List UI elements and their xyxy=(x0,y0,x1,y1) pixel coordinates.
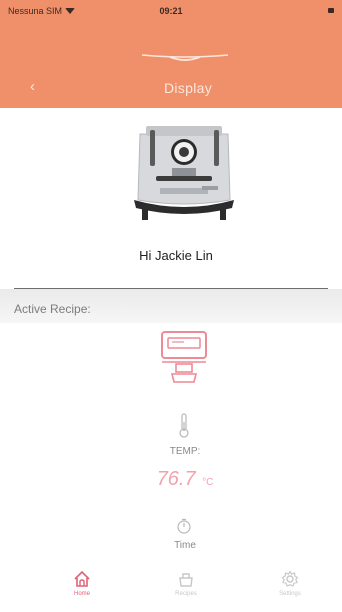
wifi-icon xyxy=(65,8,76,14)
back-icon[interactable]: ‹ xyxy=(30,79,44,94)
espresso-machine-image xyxy=(134,126,234,220)
tab-home[interactable]: Home xyxy=(52,570,112,610)
carrier-text: Nessuna SIM xyxy=(8,6,63,16)
time-label: Time xyxy=(174,540,196,551)
tab-settings[interactable]: Settings xyxy=(260,570,320,610)
carrier-indicator: Nessuna SIM xyxy=(8,6,76,16)
thermometer-icon xyxy=(179,413,189,438)
tab-home-label: Home xyxy=(73,591,90,597)
recipe-icon xyxy=(179,573,193,587)
temp-unit: °C xyxy=(202,477,214,488)
tab-settings-label: Settings xyxy=(279,591,301,597)
battery-icon xyxy=(328,8,334,13)
gear-icon xyxy=(281,570,299,587)
brand-logo xyxy=(141,54,229,61)
greeting-text: Hi Jackie Lin xyxy=(139,248,213,263)
header-bar: Nessuna SIM 09:21 ‹ Display xyxy=(0,0,342,108)
temp-label: TEMP: xyxy=(169,446,201,457)
page-title: Display xyxy=(163,80,212,96)
temp-readout: 76.7 °C xyxy=(130,468,240,491)
espresso-machine-outline-icon[interactable] xyxy=(158,328,210,386)
display-screen: Nessuna SIM 09:21 ‹ Display Hi Jackie Li… xyxy=(0,0,342,612)
status-time: 09:21 xyxy=(159,6,183,16)
timer-icon xyxy=(177,518,191,534)
active-recipe-label: Active Recipe: xyxy=(14,302,91,316)
status-bar: Nessuna SIM 09:21 xyxy=(0,0,342,22)
home-icon xyxy=(74,570,90,587)
temp-value: 76.7 xyxy=(156,468,196,490)
tab-recipes[interactable]: Recipes xyxy=(156,570,216,610)
tab-bar: Home Recipes Settings xyxy=(0,566,342,612)
tab-recipes-label: Recipes xyxy=(175,591,197,597)
divider xyxy=(14,288,328,289)
